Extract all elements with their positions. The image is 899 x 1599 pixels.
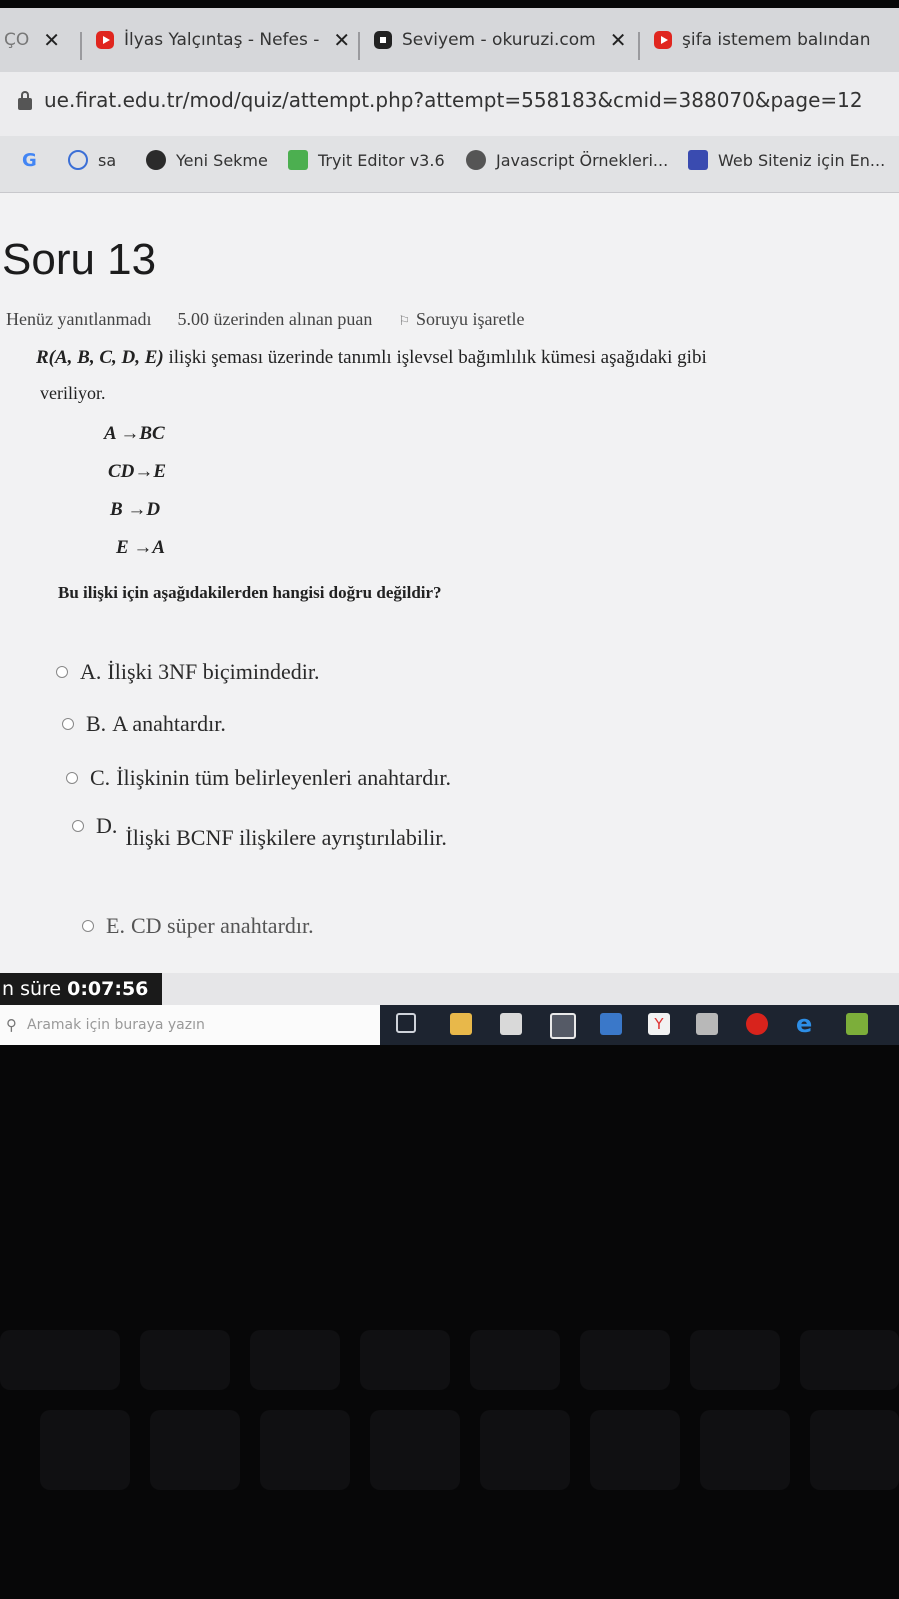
monitor-screen: ÇO ✕ İlyas Yalçıntaş - Nefes - ✕ Seviyem…	[0, 8, 899, 1045]
flag-question-link[interactable]: ⚐ Soruyu işaretle	[398, 309, 524, 330]
timer-label: n süre	[2, 978, 62, 1000]
tab-seviyem[interactable]: Seviyem - okuruzi.com ✕	[374, 22, 626, 58]
dependency: A →BC	[104, 423, 165, 444]
time-left-timer: n süre 0:07:56	[0, 973, 162, 1005]
tab-nefes-label: İlyas Yalçıntaş - Nefes -	[124, 30, 320, 50]
bookmark-google[interactable]: G	[22, 150, 37, 171]
radio-button[interactable]	[66, 772, 78, 784]
radio-button[interactable]	[56, 666, 68, 678]
paint-icon[interactable]	[696, 1013, 718, 1035]
lock-icon	[18, 91, 32, 110]
mail-icon[interactable]	[600, 1013, 622, 1035]
chrome-icon	[146, 150, 166, 170]
bookmark-web-siteniz[interactable]: Web Siteniz için En...	[688, 150, 885, 170]
bookmark-sa-label: sa	[98, 150, 117, 170]
option-letter: A.	[80, 659, 102, 684]
close-icon[interactable]: ✕	[333, 28, 350, 52]
taskbar-search[interactable]: ⚲ Aramak için buraya yazın	[0, 1005, 380, 1045]
option-text: İlişki BCNF ilişkilere ayrıştırılabilir.	[125, 825, 447, 850]
calculator-icon[interactable]	[550, 1013, 576, 1039]
google-icon: G	[22, 150, 37, 171]
bookmark-javascript-label: Javascript Örnekleri...	[496, 150, 669, 170]
points-text: 5.00 üzerinden alınan puan	[177, 309, 373, 329]
status-text: Henüz yanıtlanmadı	[6, 309, 152, 329]
file-explorer-icon[interactable]	[450, 1013, 472, 1035]
option-letter: D.	[96, 813, 118, 838]
bookmark-sa[interactable]: sa	[68, 150, 116, 170]
option-text: A anahtardır.	[112, 711, 226, 736]
yandex-icon[interactable]: Y	[648, 1013, 670, 1035]
quiz-page: Soru 13 Henüz yanıtlanmadı 5.00 üzerinde…	[0, 193, 899, 973]
question-text-rest: ilişki şeması üzerinde tanımlı işlevsel …	[163, 347, 707, 368]
option-letter: C.	[90, 765, 111, 790]
question-prompt: Bu ilişki için aşağıdakilerden hangisi d…	[58, 583, 442, 602]
question-text-line2: veriliyor.	[40, 383, 106, 403]
tab-sifa[interactable]: şifa istemem balından	[654, 22, 871, 58]
tab-strip: ÇO ✕ İlyas Yalçıntaş - Nefes - ✕ Seviyem…	[0, 8, 899, 72]
dependency: E →A	[116, 537, 166, 558]
dependency: CD→E	[108, 461, 167, 482]
tab-partial-label: ÇO	[4, 30, 30, 50]
question-info: Henüz yanıtlanmadı 5.00 üzerinden alınan…	[6, 309, 525, 330]
bookmark-yeni-sekme-label: Yeni Sekme	[176, 150, 268, 170]
photos-icon[interactable]	[846, 1013, 868, 1035]
bookmark-tryit[interactable]: Tryit Editor v3.6	[288, 150, 445, 170]
radio-button[interactable]	[82, 920, 94, 932]
bookmark-web-siteniz-label: Web Siteniz için En...	[718, 150, 886, 170]
bookmark-javascript[interactable]: Javascript Örnekleri...	[466, 150, 668, 170]
flag-icon: ⚐	[398, 313, 411, 328]
address-bar[interactable]: ue.firat.edu.tr/mod/quiz/attempt.php?att…	[0, 72, 899, 136]
option-e[interactable]: E. CD süper anahtardır.	[82, 913, 314, 939]
radio-button[interactable]	[72, 820, 84, 832]
search-icon: ⚲	[6, 1016, 17, 1034]
youtube-icon	[654, 31, 672, 49]
site-square-icon	[374, 31, 392, 49]
opera-icon[interactable]	[746, 1013, 768, 1035]
store-icon[interactable]	[500, 1013, 522, 1035]
tab-partial[interactable]: ÇO ✕	[4, 22, 60, 58]
option-c[interactable]: C. İlişkinin tüm belirleyenleri anahtard…	[66, 765, 451, 791]
option-d[interactable]: D. İlişki BCNF ilişkilere ayrıştırılabil…	[72, 813, 447, 851]
site-logo-icon	[688, 150, 708, 170]
option-b[interactable]: B. A anahtardır.	[62, 711, 226, 737]
wordpress-icon	[466, 150, 486, 170]
timer-value: 0:07:56	[67, 978, 149, 1000]
youtube-icon	[96, 31, 114, 49]
bookmark-tryit-label: Tryit Editor v3.6	[318, 150, 445, 170]
option-letter: E.	[106, 913, 125, 938]
option-letter: B.	[86, 711, 107, 736]
task-view-icon[interactable]	[396, 1013, 416, 1033]
bookmarks-bar: G sa Yeni Sekme Tryit Editor v3.6 Javasc…	[0, 136, 899, 193]
option-a[interactable]: A. İlişki 3NF biçimindedir.	[56, 659, 319, 685]
history-icon	[68, 150, 88, 170]
flag-label: Soruyu işaretle	[416, 309, 525, 329]
option-text: CD süper anahtardır.	[130, 913, 314, 938]
option-text: İlişkinin tüm belirleyenleri anahtardır.	[116, 765, 451, 790]
url-text[interactable]: ue.firat.edu.tr/mod/quiz/attempt.php?att…	[44, 88, 863, 112]
close-icon[interactable]: ✕	[43, 28, 60, 52]
option-text: İlişki 3NF biçimindedir.	[107, 659, 320, 684]
bookmark-yeni-sekme[interactable]: Yeni Sekme	[146, 150, 268, 170]
edge-icon[interactable]: e	[796, 1012, 818, 1036]
tab-seviyem-label: Seviyem - okuruzi.com	[402, 30, 596, 50]
dependency: B →D	[110, 499, 161, 520]
tab-nefes[interactable]: İlyas Yalçıntaş - Nefes - ✕	[96, 22, 350, 58]
radio-button[interactable]	[62, 718, 74, 730]
close-icon[interactable]: ✕	[610, 28, 627, 52]
w3schools-icon	[288, 150, 308, 170]
windows-taskbar: ⚲ Aramak için buraya yazın Y e	[0, 1005, 899, 1045]
tab-sifa-label: şifa istemem balından	[682, 30, 871, 50]
relation-schema: R(A, B, C, D, E)	[36, 347, 164, 368]
page-title: Soru 13	[2, 235, 157, 284]
taskbar-search-placeholder: Aramak için buraya yazın	[27, 1017, 205, 1033]
question-text: R(A, B, C, D, E) ilişki şeması üzerinde …	[36, 347, 886, 369]
taskbar-apps: Y e	[380, 1005, 899, 1045]
